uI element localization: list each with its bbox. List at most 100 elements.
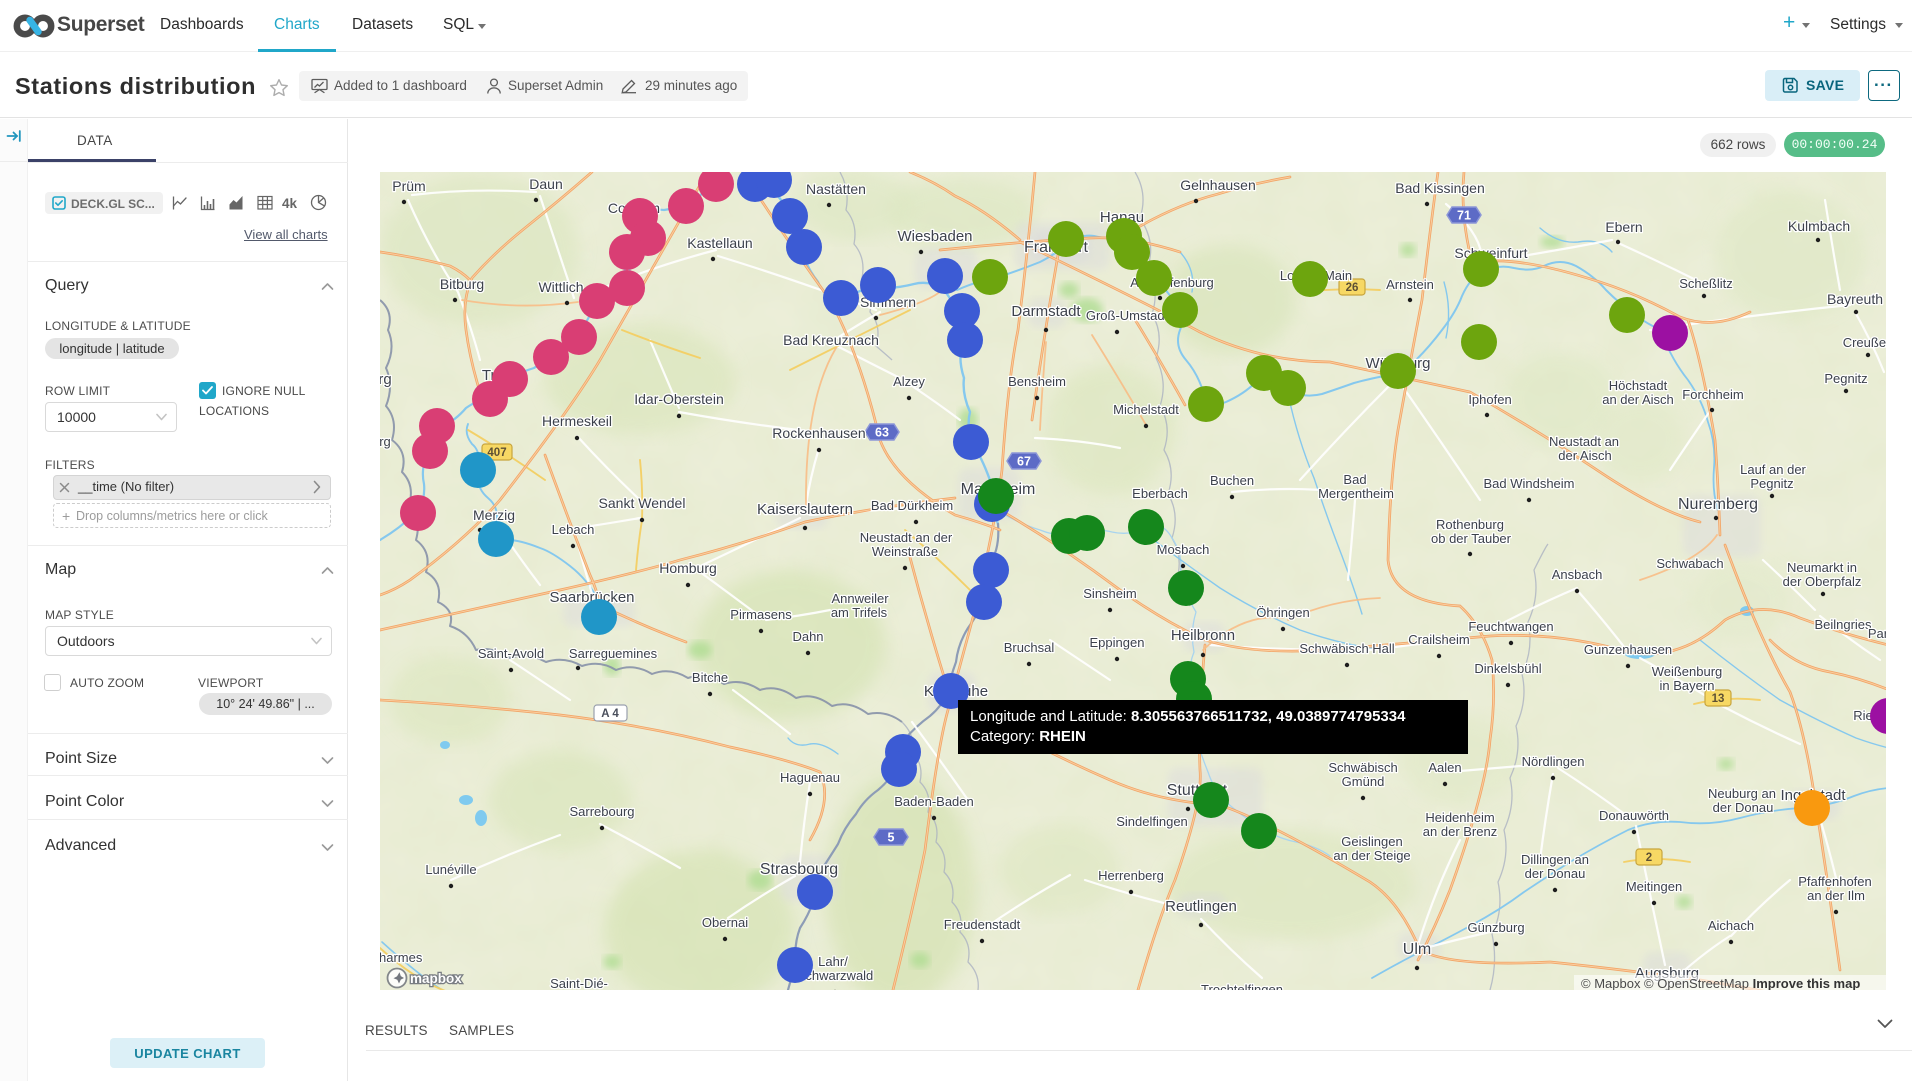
svg-text:an der Steige: an der Steige bbox=[1333, 848, 1410, 863]
svg-text:Scheßlitz: Scheßlitz bbox=[1679, 276, 1732, 291]
svg-text:Mosbach: Mosbach bbox=[1157, 542, 1210, 557]
svg-text:Aalen: Aalen bbox=[1428, 760, 1461, 775]
svg-text:Gelnhausen: Gelnhausen bbox=[1180, 177, 1256, 193]
svg-text:Heidenheim: Heidenheim bbox=[1425, 810, 1494, 825]
svg-text:Saint-Avold: Saint-Avold bbox=[478, 646, 544, 661]
svg-text:Arnstein: Arnstein bbox=[1386, 277, 1434, 292]
svg-text:rg: rg bbox=[380, 434, 391, 449]
svg-text:Heilbronn: Heilbronn bbox=[1171, 627, 1235, 644]
svg-text:Strasbourg: Strasbourg bbox=[760, 861, 838, 878]
svg-text:Schwabach: Schwabach bbox=[1656, 556, 1723, 571]
svg-text:Neustadt an der: Neustadt an der bbox=[860, 530, 953, 545]
svg-text:Ulm: Ulm bbox=[1403, 941, 1431, 958]
svg-text:der Aisch: der Aisch bbox=[1558, 448, 1611, 463]
svg-text:Schwäbisch Hall: Schwäbisch Hall bbox=[1299, 641, 1394, 656]
svg-text:13: 13 bbox=[1712, 693, 1725, 705]
svg-text:26: 26 bbox=[1346, 282, 1359, 294]
svg-text:71: 71 bbox=[1457, 209, 1471, 223]
svg-text:Nastätten: Nastätten bbox=[806, 181, 866, 197]
svg-text:Par: Par bbox=[1868, 626, 1886, 641]
svg-text:Saint-Dié-: Saint-Dié- bbox=[550, 976, 608, 990]
svg-text:Höchstadt: Höchstadt bbox=[1609, 378, 1668, 393]
svg-text:der Oberpfalz: der Oberpfalz bbox=[1783, 574, 1862, 589]
svg-text:Rie: Rie bbox=[1853, 708, 1873, 723]
svg-text:Meitingen: Meitingen bbox=[1626, 879, 1682, 894]
svg-text:Eberbach: Eberbach bbox=[1132, 486, 1188, 501]
svg-text:Nördlingen: Nördlingen bbox=[1522, 754, 1585, 769]
svg-text:Darmstadt: Darmstadt bbox=[1011, 303, 1081, 320]
svg-text:Dillingen an: Dillingen an bbox=[1521, 852, 1589, 867]
svg-text:Bruchsal: Bruchsal bbox=[1004, 640, 1055, 655]
svg-text:67: 67 bbox=[1017, 455, 1031, 469]
svg-text:Bad Dürkheim: Bad Dürkheim bbox=[871, 498, 953, 513]
svg-text:Beilngries: Beilngries bbox=[1814, 617, 1872, 632]
svg-text:ob der Tauber: ob der Tauber bbox=[1431, 531, 1512, 546]
svg-text:Prüm: Prüm bbox=[392, 178, 425, 194]
svg-text:Bad Windsheim: Bad Windsheim bbox=[1483, 476, 1574, 491]
svg-text:Reutlingen: Reutlingen bbox=[1165, 898, 1237, 915]
svg-text:Homburg: Homburg bbox=[659, 560, 717, 576]
svg-text:Sarrebourg: Sarrebourg bbox=[569, 804, 634, 819]
svg-text:Sankt Wendel: Sankt Wendel bbox=[599, 495, 686, 511]
svg-text:Dahn: Dahn bbox=[792, 629, 823, 644]
svg-text:Groß-Umstadt: Groß-Umstadt bbox=[1086, 308, 1169, 323]
svg-text:Wiesbaden: Wiesbaden bbox=[897, 228, 972, 245]
svg-text:Feuchtwangen: Feuchtwangen bbox=[1468, 619, 1553, 634]
svg-text:A 4: A 4 bbox=[601, 708, 619, 720]
svg-text:Obernai: Obernai bbox=[702, 915, 748, 930]
svg-text:63: 63 bbox=[875, 426, 889, 440]
svg-text:Iphofen: Iphofen bbox=[1468, 392, 1511, 407]
svg-text:Kastellaun: Kastellaun bbox=[687, 235, 752, 251]
svg-text:am Trifels: am Trifels bbox=[831, 605, 888, 620]
svg-text:Sinsheim: Sinsheim bbox=[1083, 586, 1136, 601]
svg-text:Dinkelsbühl: Dinkelsbühl bbox=[1474, 661, 1541, 676]
svg-text:Bad: Bad bbox=[1343, 472, 1366, 487]
svg-text:Lebach: Lebach bbox=[552, 522, 595, 537]
svg-text:Idar-Oberstein: Idar-Oberstein bbox=[634, 391, 723, 407]
svg-text:Baden-Baden: Baden-Baden bbox=[894, 794, 974, 809]
svg-text:Bad Kreuznach: Bad Kreuznach bbox=[783, 332, 879, 348]
svg-text:Neuburg an: Neuburg an bbox=[1708, 786, 1776, 801]
svg-text:Bensheim: Bensheim bbox=[1008, 374, 1066, 389]
svg-text:Daun: Daun bbox=[529, 176, 562, 192]
svg-text:Forchheim: Forchheim bbox=[1682, 387, 1743, 402]
svg-text:Mergentheim: Mergentheim bbox=[1318, 486, 1394, 501]
svg-text:Nuremberg: Nuremberg bbox=[1678, 496, 1758, 513]
svg-text:an der Ilm: an der Ilm bbox=[1807, 888, 1865, 903]
svg-text:Aichach: Aichach bbox=[1708, 918, 1754, 933]
svg-text:Günzburg: Günzburg bbox=[1467, 920, 1524, 935]
svg-text:Bitburg: Bitburg bbox=[440, 276, 484, 292]
svg-text:Weißenburg: Weißenburg bbox=[1652, 664, 1723, 679]
svg-text:in Bayern: in Bayern bbox=[1660, 678, 1715, 693]
svg-text:Rothenburg: Rothenburg bbox=[1436, 517, 1504, 532]
svg-text:Trochtelfingen: Trochtelfingen bbox=[1201, 982, 1283, 990]
svg-text:Charmes: Charmes bbox=[380, 950, 423, 965]
svg-text:Donauwörth: Donauwörth bbox=[1599, 808, 1669, 823]
svg-text:Annweiler: Annweiler bbox=[831, 591, 889, 606]
svg-text:Wittlich: Wittlich bbox=[538, 279, 583, 295]
svg-text:5: 5 bbox=[888, 831, 895, 845]
svg-text:Bad Kissingen: Bad Kissingen bbox=[1395, 180, 1485, 196]
svg-text:rg: rg bbox=[380, 371, 392, 388]
svg-text:Ebern: Ebern bbox=[1605, 219, 1642, 235]
svg-text:Lauf an der: Lauf an der bbox=[1740, 462, 1806, 477]
svg-text:Neumarkt in: Neumarkt in bbox=[1787, 560, 1857, 575]
svg-text:Michelstadt: Michelstadt bbox=[1113, 402, 1179, 417]
svg-text:Ansbach: Ansbach bbox=[1552, 567, 1603, 582]
svg-text:Öhringen: Öhringen bbox=[1256, 605, 1309, 620]
svg-text:2: 2 bbox=[1646, 852, 1652, 864]
svg-text:an der Brenz: an der Brenz bbox=[1423, 824, 1497, 839]
svg-text:Weinstraße: Weinstraße bbox=[872, 544, 938, 559]
svg-text:Lunéville: Lunéville bbox=[425, 862, 476, 877]
svg-text:Lahr/: Lahr/ bbox=[818, 954, 848, 969]
svg-text:Creußen: Creußen bbox=[1843, 335, 1886, 350]
svg-text:Kulmbach: Kulmbach bbox=[1788, 218, 1850, 234]
svg-text:Merzig: Merzig bbox=[473, 507, 515, 523]
svg-text:Alzey: Alzey bbox=[893, 374, 925, 389]
svg-text:an der Aisch: an der Aisch bbox=[1602, 392, 1674, 407]
svg-text:Geislingen: Geislingen bbox=[1341, 834, 1402, 849]
svg-text:Schwäbisch: Schwäbisch bbox=[1328, 760, 1397, 775]
svg-text:Hermeskeil: Hermeskeil bbox=[542, 413, 612, 429]
svg-text:Pfaffenhofen: Pfaffenhofen bbox=[1798, 874, 1872, 889]
svg-text:Kaiserslautern: Kaiserslautern bbox=[757, 501, 853, 518]
